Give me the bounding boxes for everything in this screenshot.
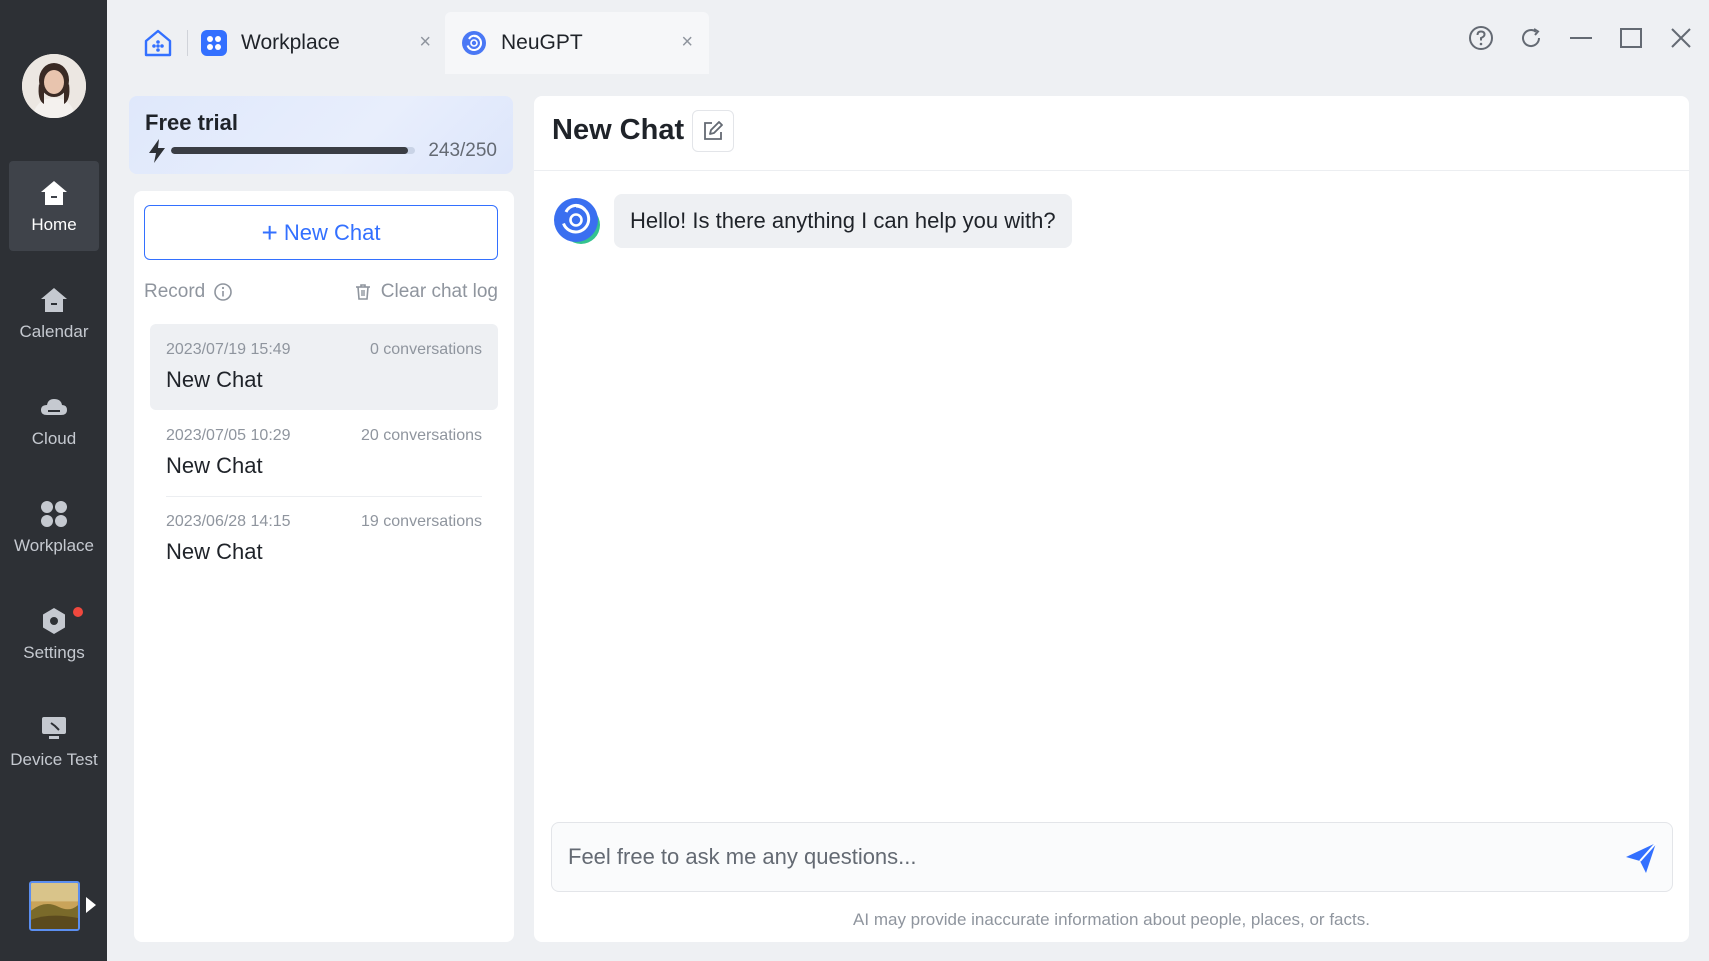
trial-progress-fill	[171, 147, 409, 154]
sidebar-item-device-test[interactable]: Device Test	[9, 696, 99, 786]
sidebar-item-label: Workplace	[14, 536, 94, 555]
tab-workplace[interactable]: Workplace ×	[201, 12, 447, 74]
title-bar: Workplace × NeuGPT ×	[107, 0, 1709, 74]
record-heading: Record	[144, 281, 233, 303]
minimize-button[interactable]	[1567, 24, 1595, 52]
workplace-app-icon	[201, 30, 227, 56]
chat-title: New Chat	[166, 367, 263, 392]
notification-dot	[73, 607, 83, 617]
chat-main-area: New Chat Hello! Is there anything I can …	[534, 96, 1689, 942]
clear-chat-log-button[interactable]: Clear chat log	[353, 281, 498, 303]
chat-conversation-count: 19 conversations	[361, 513, 482, 530]
video-preview-thumbnail[interactable]	[29, 881, 80, 931]
tab-label: NeuGPT	[501, 31, 583, 54]
sidebar-item-settings[interactable]: Settings	[9, 589, 99, 679]
message-composer	[551, 822, 1673, 892]
record-label: Record	[144, 281, 206, 302]
chat-history-panel: + New Chat Record Clear chat log 2023/07…	[134, 191, 514, 942]
tab-neugpt[interactable]: NeuGPT ×	[445, 12, 709, 74]
maximize-icon	[1620, 28, 1642, 48]
free-trial-card: Free trial 243/250	[129, 96, 513, 174]
chat-list-item[interactable]: 2023/07/05 10:29 20 conversations New Ch…	[150, 410, 498, 496]
close-window-button[interactable]	[1667, 24, 1695, 52]
send-icon[interactable]	[1624, 841, 1658, 875]
chat-conversation-count: 0 conversations	[369, 341, 482, 358]
tab-label: Workplace	[241, 31, 340, 54]
minimize-icon	[1570, 37, 1592, 39]
rename-chat-button[interactable]	[692, 110, 734, 152]
chat-list: 2023/07/19 15:49 0 conversations New Cha…	[150, 324, 498, 582]
tab-separator	[187, 30, 188, 56]
bot-message-bubble: Hello! Is there anything I can help you …	[614, 194, 1072, 248]
info-icon[interactable]	[213, 282, 233, 302]
user-avatar[interactable]	[22, 54, 86, 118]
chat-title: New Chat	[166, 453, 263, 478]
close-icon	[1671, 28, 1691, 48]
sidebar-item-label: Home	[31, 215, 77, 234]
trial-title: Free trial	[145, 110, 238, 135]
sidebar-item-label: Calendar	[19, 322, 89, 341]
new-chat-label: New Chat	[283, 219, 381, 245]
help-button[interactable]	[1467, 24, 1495, 52]
chat-list-item[interactable]: 2023/06/28 14:15 19 conversations New Ch…	[150, 496, 498, 582]
home-icon	[41, 181, 67, 205]
trial-progress-bar	[171, 147, 415, 154]
app-window: Home Calendar Cloud Workplace Settings D…	[0, 0, 1709, 961]
trash-icon	[355, 284, 370, 300]
ai-disclaimer: AI may provide inaccurate information ab…	[853, 910, 1370, 929]
help-icon	[1469, 26, 1493, 50]
clear-log-label: Clear chat log	[380, 281, 498, 302]
chat-title: New Chat	[166, 539, 263, 564]
close-tab-icon[interactable]: ×	[419, 32, 431, 52]
lightning-icon	[149, 139, 165, 163]
chat-conversation-count: 20 conversations	[361, 427, 482, 444]
calendar-icon	[41, 288, 67, 312]
trial-count: 243/250	[428, 140, 497, 161]
maximize-button[interactable]	[1617, 24, 1645, 52]
home-tab-icon[interactable]	[143, 28, 173, 58]
bot-avatar-icon	[554, 198, 600, 244]
refresh-icon	[1522, 28, 1541, 47]
sidebar-item-calendar[interactable]: Calendar	[9, 268, 99, 358]
sidebar-item-cloud[interactable]: Cloud	[9, 375, 99, 465]
device-test-icon	[42, 717, 66, 739]
edit-icon	[704, 121, 723, 140]
sidebar-item-home[interactable]: Home	[9, 161, 99, 251]
sidebar-item-label: Cloud	[31, 429, 77, 448]
chat-list-item[interactable]: 2023/07/19 15:49 0 conversations New Cha…	[150, 324, 498, 410]
new-chat-button[interactable]: + New Chat	[144, 205, 498, 260]
nav-rail: Home Calendar Cloud Workplace Settings D…	[0, 0, 107, 961]
plus-icon: +	[261, 216, 278, 248]
chat-header: New Chat	[534, 96, 1689, 171]
cloud-icon	[41, 399, 67, 415]
sidebar-item-label: Device Test	[10, 750, 98, 769]
settings-icon	[43, 608, 65, 634]
neugpt-icon	[462, 31, 486, 55]
expand-arrow-icon[interactable]	[86, 897, 96, 913]
refresh-button[interactable]	[1517, 24, 1545, 52]
sidebar-item-label: Settings	[23, 643, 85, 662]
sidebar-item-workplace[interactable]: Workplace	[9, 482, 99, 572]
message-input[interactable]	[568, 823, 1608, 891]
close-tab-icon[interactable]: ×	[681, 32, 693, 52]
workplace-icon	[41, 501, 67, 527]
chat-title-heading: New Chat	[552, 114, 685, 146]
